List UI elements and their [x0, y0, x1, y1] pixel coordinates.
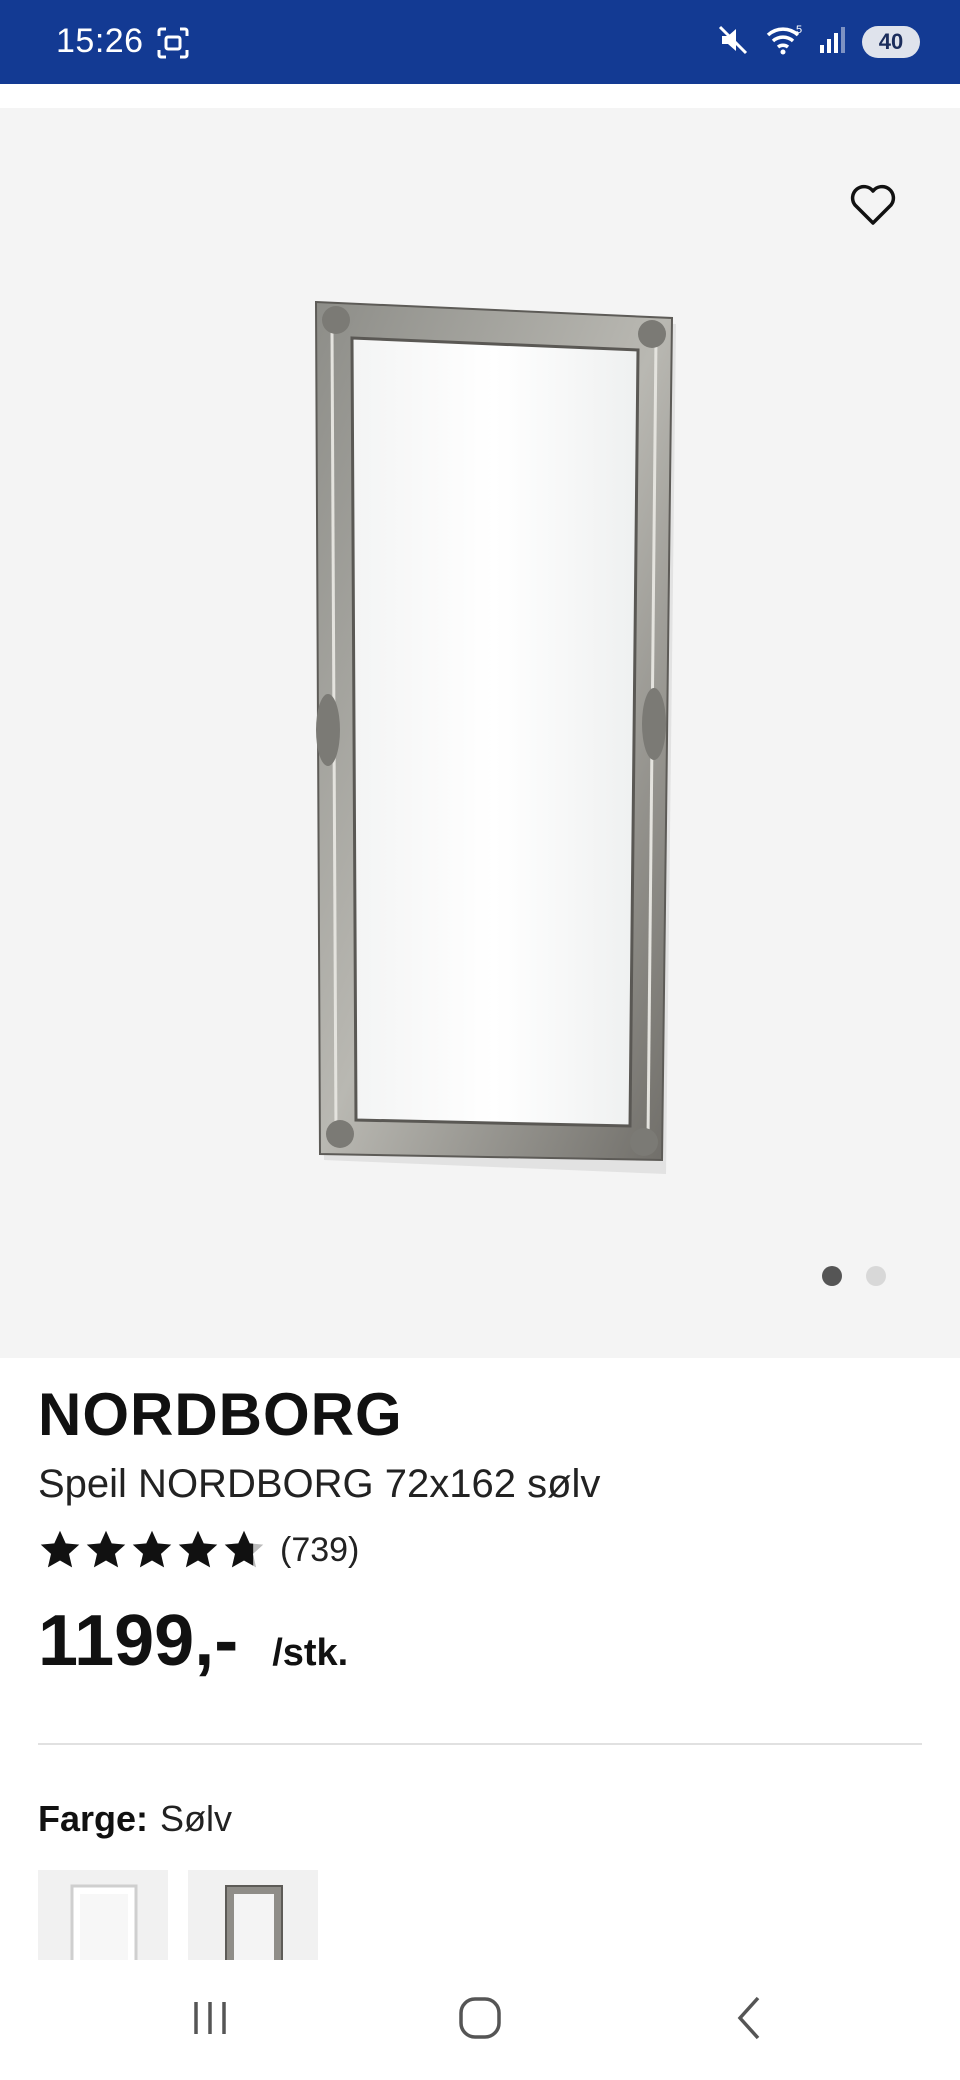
- product-name: Speil NORDBORG 72x162 sølv: [38, 1462, 601, 1506]
- rating-row[interactable]: (739): [38, 1528, 359, 1572]
- favorite-heart-icon[interactable]: [848, 180, 898, 230]
- svg-text:5: 5: [796, 24, 802, 36]
- product-brand: NORDBORG: [38, 1381, 403, 1448]
- color-swatch-silver[interactable]: [188, 1870, 318, 1960]
- color-swatches: [38, 1870, 318, 1960]
- color-selection: Farge: Sølv: [38, 1798, 232, 1840]
- recent-apps-icon[interactable]: [180, 1988, 240, 2048]
- star-icon: [178, 1530, 218, 1568]
- star-icon: [86, 1530, 126, 1568]
- star-icon: [40, 1530, 80, 1568]
- system-nav-bar: [0, 1960, 960, 2080]
- product-image-mirror: [314, 300, 676, 1174]
- header-strip: [0, 84, 960, 108]
- color-value: Sølv: [160, 1798, 233, 1839]
- back-icon[interactable]: [720, 1988, 780, 2048]
- status-bar: 15:26 5 40: [0, 0, 960, 84]
- star-half-icon: [224, 1530, 264, 1568]
- color-swatch-white[interactable]: [38, 1870, 168, 1960]
- product-image-gallery[interactable]: [0, 108, 960, 1358]
- battery-icon: 40: [862, 26, 920, 58]
- gallery-pagination: [822, 1266, 886, 1286]
- star-rating: [38, 1528, 266, 1572]
- star-icon: [132, 1530, 172, 1568]
- review-count[interactable]: (739): [280, 1531, 359, 1570]
- product-price: 1199,-: [38, 1601, 239, 1681]
- price-row: 1199,- /stk.: [38, 1600, 348, 1682]
- signal-icon: [818, 23, 848, 62]
- mute-icon: [716, 23, 750, 62]
- home-icon[interactable]: [450, 1988, 510, 2048]
- wifi-icon: 5: [764, 23, 804, 62]
- screen-record-icon: [156, 26, 190, 60]
- price-unit: /stk.: [272, 1632, 349, 1674]
- status-icons: 5 40: [716, 22, 920, 62]
- color-label: Farge:: [38, 1798, 149, 1839]
- gallery-dot[interactable]: [866, 1266, 886, 1286]
- gallery-dot-active[interactable]: [822, 1266, 842, 1286]
- status-time: 15:26: [56, 22, 144, 60]
- divider: [38, 1743, 922, 1745]
